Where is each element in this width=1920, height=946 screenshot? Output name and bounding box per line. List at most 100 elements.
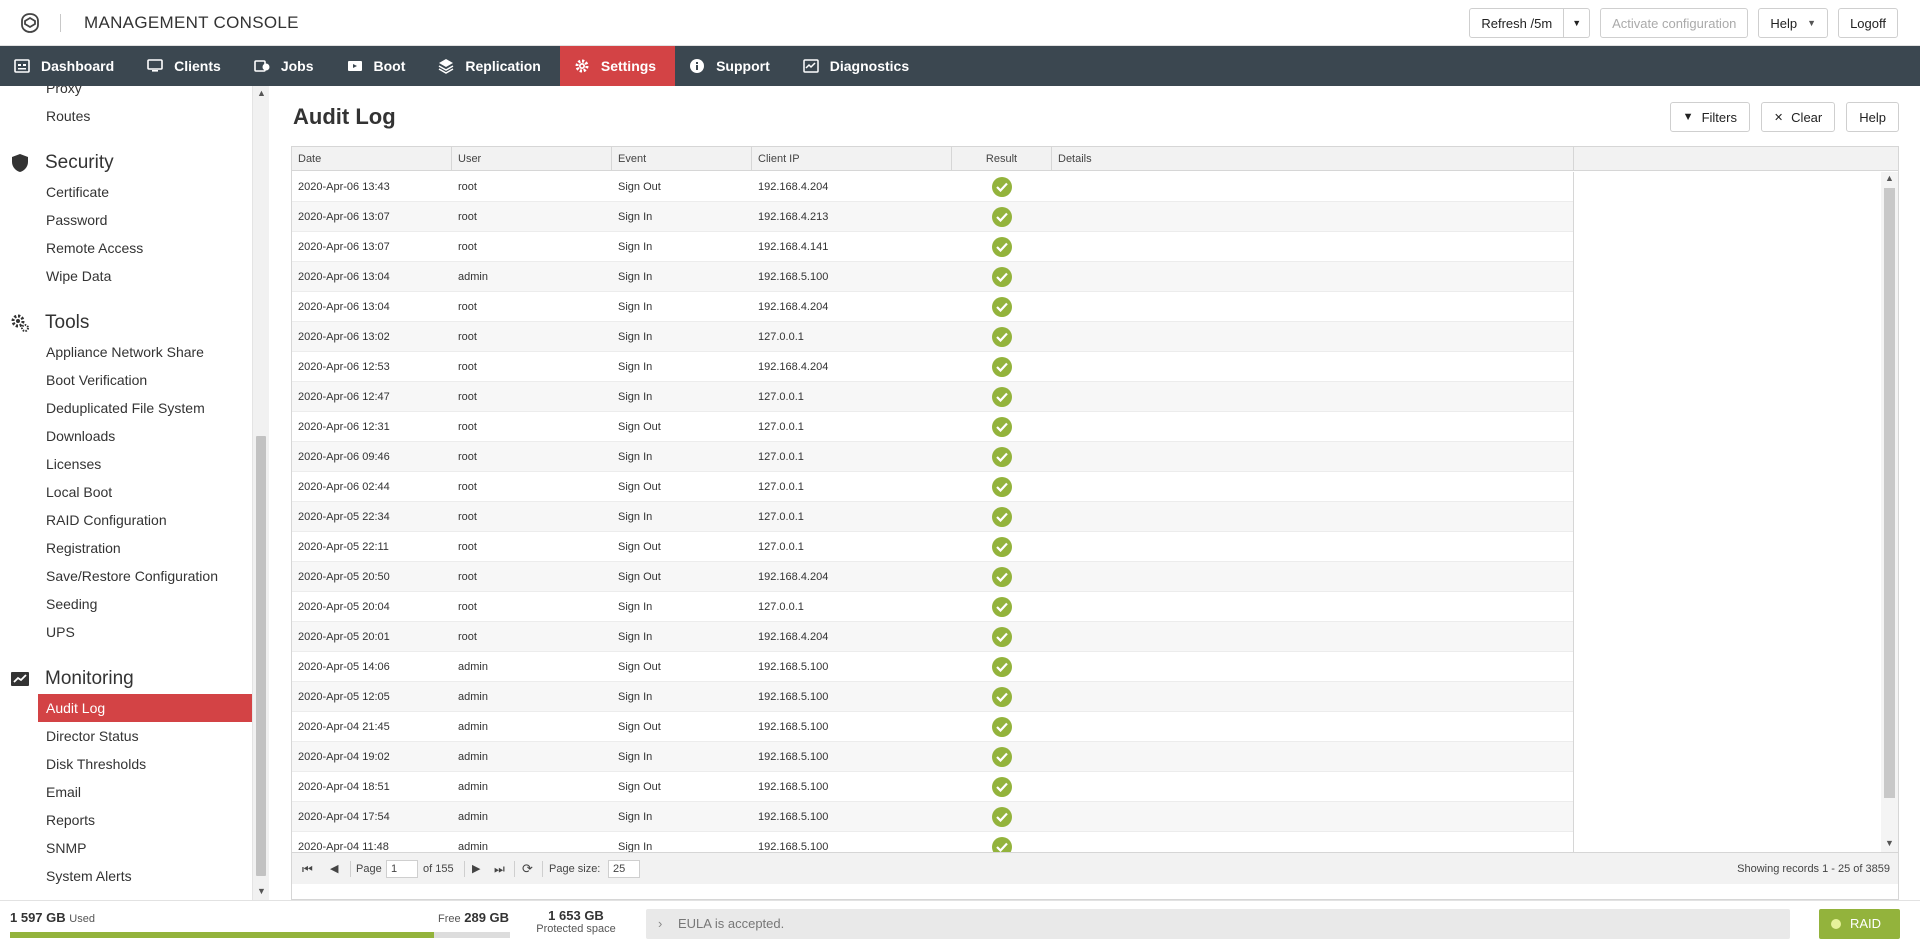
sidebar-item-proxy[interactable]: Proxy [46, 86, 82, 96]
sidebar-item-wipe-data[interactable]: Wipe Data [46, 268, 111, 284]
cell-user: admin [458, 811, 488, 823]
nav-diagnostics[interactable]: Diagnostics [789, 46, 928, 86]
table-row[interactable]: 2020-Apr-05 20:04 root Sign In 127.0.0.1 [292, 592, 1573, 622]
prev-page-icon[interactable]: ◀ [330, 853, 338, 885]
scroll-up-icon[interactable]: ▲ [253, 88, 269, 98]
table-row[interactable]: 2020-Apr-06 02:44 root Sign Out 127.0.0.1 [292, 472, 1573, 502]
sidebar-item-raid-configuration[interactable]: RAID Configuration [46, 512, 167, 528]
nav-support[interactable]: Support [675, 46, 789, 86]
table-row[interactable]: 2020-Apr-06 12:47 root Sign In 127.0.0.1 [292, 382, 1573, 412]
column-header-result[interactable]: Result [952, 147, 1052, 171]
filters-button[interactable]: ▼ Filters [1669, 102, 1750, 132]
cell-event: Sign In [618, 511, 653, 523]
next-page-icon[interactable]: ▶ [472, 853, 480, 885]
table-row[interactable]: 2020-Apr-06 12:53 root Sign In 192.168.4.20… [292, 352, 1573, 382]
table-row[interactable]: 2020-Apr-06 13:04 root Sign In 192.168.4.20… [292, 292, 1573, 322]
sidebar-item-boot-verification[interactable]: Boot Verification [46, 372, 147, 388]
column-header-client-ip[interactable]: Client IP [752, 147, 952, 171]
sidebar-item-deduplicated-file-system[interactable]: Deduplicated File System [46, 400, 205, 416]
sidebar-item-ups[interactable]: UPS [46, 624, 75, 640]
sidebar-item-audit-log[interactable]: Audit Log [46, 700, 105, 716]
table-row[interactable]: 2020-Apr-04 17:54 admin Sign In 192.168.5.1… [292, 802, 1573, 832]
refresh-dropdown-button[interactable]: ▼ [1564, 8, 1591, 38]
table-row[interactable]: 2020-Apr-06 13:43 root Sign Out 192.168.4.2… [292, 172, 1573, 202]
nav-jobs[interactable]: Jobs [240, 46, 333, 86]
table-row[interactable]: 2020-Apr-05 14:06 admin Sign Out 192.168.5.… [292, 652, 1573, 682]
table-row[interactable]: 2020-Apr-05 12:05 admin Sign In 192.168.5.1… [292, 682, 1573, 712]
sidebar-item-seeding[interactable]: Seeding [46, 596, 97, 612]
column-header-date[interactable]: Date [292, 147, 452, 171]
chart-icon [11, 672, 29, 686]
cell-date: 2020-Apr-04 21:45 [298, 721, 390, 733]
raid-status-button[interactable]: RAID [1819, 909, 1900, 939]
nav-boot[interactable]: Boot [333, 46, 425, 86]
activate-configuration-button[interactable]: Activate configuration [1600, 8, 1749, 38]
scroll-up-icon[interactable]: ▲ [1881, 173, 1898, 183]
sidebar-item-password[interactable]: Password [46, 212, 107, 228]
sidebar-item-snmp[interactable]: SNMP [46, 840, 86, 856]
last-page-icon[interactable]: ⏭ [494, 853, 505, 885]
logoff-button[interactable]: Logoff [1838, 8, 1898, 38]
nav-clients[interactable]: Clients [133, 46, 240, 86]
sidebar-item-local-boot[interactable]: Local Boot [46, 484, 112, 500]
column-header-details[interactable]: Details [1052, 147, 1574, 171]
table-row[interactable]: 2020-Apr-06 12:31 root Sign Out 127.0.0.1 [292, 412, 1573, 442]
table-row[interactable]: 2020-Apr-05 22:11 root Sign Out 127.0.0.1 [292, 532, 1573, 562]
sidebar-item-downloads[interactable]: Downloads [46, 428, 115, 444]
table-row[interactable]: 2020-Apr-04 21:45 admin Sign Out 192.168.5.… [292, 712, 1573, 742]
cell-user: admin [458, 841, 488, 852]
eula-status[interactable]: › EULA is accepted. [646, 909, 1790, 939]
cell-user: root [458, 511, 477, 523]
page-size-input[interactable]: 25 [608, 860, 640, 878]
nav-settings[interactable]: Settings [559, 46, 676, 86]
sidebar-item-registration[interactable]: Registration [46, 540, 121, 556]
cell-date: 2020-Apr-04 19:02 [298, 751, 390, 763]
sidebar-item-director-status[interactable]: Director Status [46, 728, 139, 744]
clear-button[interactable]: ✕ Clear [1760, 102, 1836, 132]
table-row[interactable]: 2020-Apr-06 13:04 admin Sign In 192.168.5.1… [292, 262, 1573, 292]
sidebar-item-reports[interactable]: Reports [46, 812, 95, 828]
sidebar-item-appliance-network-share[interactable]: Appliance Network Share [46, 344, 204, 360]
table-row[interactable]: 2020-Apr-06 09:46 root Sign In 127.0.0.1 [292, 442, 1573, 472]
cell-client-ip: 127.0.0.1 [758, 481, 804, 493]
sidebar-scrollbar[interactable]: ▲ ▼ [252, 86, 269, 900]
grid-scrollbar[interactable]: ▲ ▼ [1881, 172, 1898, 852]
column-header-user[interactable]: User [452, 147, 612, 171]
table-row[interactable]: 2020-Apr-05 20:50 root Sign Out 192.168.4.2… [292, 562, 1573, 592]
sidebar-scroll-thumb[interactable] [256, 436, 266, 876]
cell-client-ip: 127.0.0.1 [758, 601, 804, 613]
table-row[interactable]: 2020-Apr-04 19:02 admin Sign In 192.168.5.1… [292, 742, 1573, 772]
sidebar-item-remote-access[interactable]: Remote Access [46, 240, 143, 256]
table-row[interactable]: 2020-Apr-05 20:01 root Sign In 192.168.4.20… [292, 622, 1573, 652]
sidebar-item-certificate[interactable]: Certificate [46, 184, 109, 200]
scroll-down-icon[interactable]: ▼ [1881, 838, 1898, 848]
help-button[interactable]: Help [1846, 102, 1899, 132]
cell-event: Sign Out [618, 481, 661, 493]
page-label: Page [356, 863, 382, 875]
scroll-down-icon[interactable]: ▼ [253, 886, 269, 896]
nav-dashboard[interactable]: Dashboard [0, 46, 133, 86]
protected-space-value: 1 653 GB [548, 908, 604, 923]
table-row[interactable]: 2020-Apr-04 18:51 admin Sign Out 192.168.5.… [292, 772, 1573, 802]
refresh-button[interactable]: Refresh /5m [1469, 8, 1565, 38]
table-row[interactable]: 2020-Apr-04 11:48 admin Sign In 192.168.5.1… [292, 832, 1573, 852]
table-row[interactable]: 2020-Apr-06 13:02 root Sign In 127.0.0.1 [292, 322, 1573, 352]
table-row[interactable]: 2020-Apr-06 13:07 root Sign In 192.168.4.14… [292, 232, 1573, 262]
nav-replication[interactable]: Replication [424, 46, 559, 86]
grid-scroll-thumb[interactable] [1884, 188, 1895, 798]
refresh-icon[interactable]: ⟳ [522, 853, 533, 885]
column-header-event[interactable]: Event [612, 147, 752, 171]
table-row[interactable]: 2020-Apr-06 13:07 root Sign In 192.168.4.21… [292, 202, 1573, 232]
sidebar-item-system-alerts[interactable]: System Alerts [46, 868, 132, 884]
sidebar-item-email[interactable]: Email [46, 784, 81, 800]
first-page-icon[interactable]: ⏮ [302, 853, 313, 885]
help-menu-button[interactable]: Help ▼ [1758, 8, 1829, 38]
sidebar-item-routes[interactable]: Routes [46, 108, 90, 124]
cell-client-ip: 192.168.5.100 [758, 841, 829, 852]
cell-date: 2020-Apr-05 22:34 [298, 511, 390, 523]
sidebar-item-licenses[interactable]: Licenses [46, 456, 101, 472]
sidebar-item-save-restore-configuration[interactable]: Save/Restore Configuration [46, 568, 218, 584]
page-number-input[interactable]: 1 [386, 860, 418, 878]
sidebar-item-disk-thresholds[interactable]: Disk Thresholds [46, 756, 146, 772]
table-row[interactable]: 2020-Apr-05 22:34 root Sign In 127.0.0.1 [292, 502, 1573, 532]
